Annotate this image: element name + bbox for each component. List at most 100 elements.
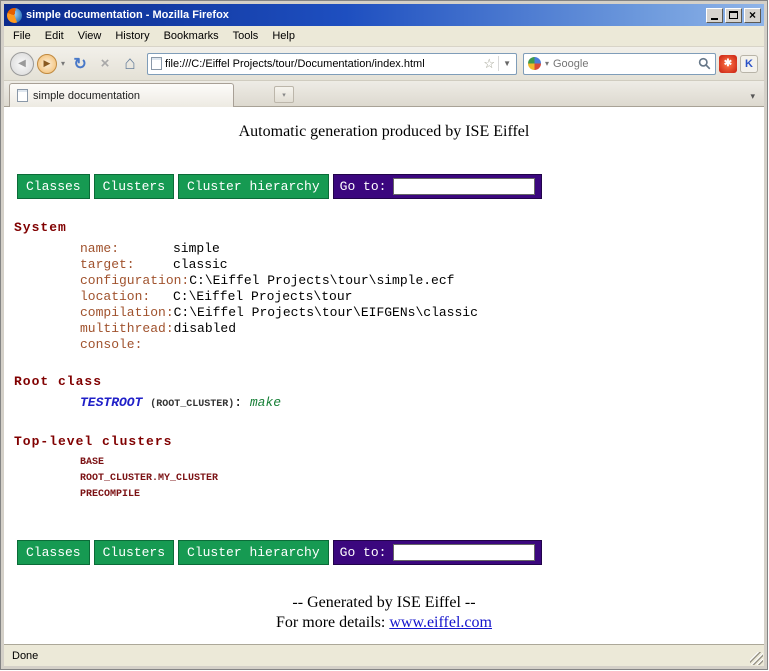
status-text: Done	[12, 650, 38, 662]
doc-navbar-top: Classes Clusters Cluster hierarchy Go to…	[17, 174, 754, 199]
goto-label: Go to:	[340, 545, 387, 560]
goto-box: Go to:	[333, 540, 543, 565]
status-bar: Done	[4, 644, 764, 666]
more-details-text: For more details:	[276, 614, 385, 631]
clusters-button[interactable]: Clusters	[94, 174, 174, 199]
cluster-link-base[interactable]: BASE	[80, 455, 754, 471]
classes-button[interactable]: Classes	[17, 174, 90, 199]
eiffel-website-link[interactable]: www.eiffel.com	[389, 614, 492, 631]
firefox-window: simple documentation - Mozilla Firefox ×…	[1, 1, 767, 669]
menu-edit[interactable]: Edit	[38, 28, 71, 44]
cluster-link-root-cluster-my-cluster[interactable]: ROOT_CLUSTER.MY_CLUSTER	[80, 471, 754, 487]
home-button[interactable]: ⌂	[119, 52, 141, 76]
url-input[interactable]	[165, 58, 480, 70]
url-bar[interactable]: ☆ ▼	[147, 53, 517, 75]
root-class-heading: Root class	[14, 374, 754, 389]
page-icon	[151, 57, 162, 70]
system-row: location:C:\Eiffel Projects\tour	[80, 289, 754, 305]
close-button[interactable]: ×	[744, 8, 761, 23]
root-class-link[interactable]: TESTROOT	[80, 395, 142, 410]
url-history-dropdown-icon[interactable]: ▼	[498, 56, 513, 71]
tab-simple-documentation[interactable]: simple documentation	[9, 83, 234, 107]
firefox-icon	[7, 8, 22, 23]
goto-label: Go to:	[340, 179, 387, 194]
menu-history[interactable]: History	[108, 28, 156, 44]
system-row: configuration:C:\Eiffel Projects\tour\si…	[80, 273, 754, 289]
menu-tools[interactable]: Tools	[226, 28, 266, 44]
system-row-label: compilation:	[80, 305, 174, 321]
system-row-label: target:	[80, 257, 173, 273]
system-row-value: classic	[173, 257, 228, 272]
root-cluster-ref: (ROOT_CLUSTER)	[150, 399, 234, 410]
system-row-value: C:\Eiffel Projects\tour\simple.ecf	[189, 273, 454, 288]
goto-box: Go to:	[333, 174, 543, 199]
new-tab-button[interactable]: ▾	[274, 86, 294, 103]
tab-label: simple documentation	[33, 90, 140, 102]
bookmark-star-icon[interactable]: ☆	[483, 56, 495, 72]
stop-button[interactable]: ×	[94, 52, 116, 76]
doc-footer: -- Generated by ISE Eiffel -- For more d…	[14, 593, 754, 633]
reload-button[interactable]: ↻	[69, 52, 91, 76]
menu-view[interactable]: View	[71, 28, 109, 44]
tab-strip: simple documentation ▾ ▾	[4, 81, 764, 107]
google-logo-icon[interactable]	[528, 57, 541, 70]
system-heading: System	[14, 220, 754, 235]
root-colon: :	[234, 395, 242, 410]
minimize-icon	[711, 18, 718, 20]
forward-button[interactable]: ▶	[37, 54, 57, 74]
magnifier-icon[interactable]	[698, 57, 711, 70]
menu-bookmarks[interactable]: Bookmarks	[157, 28, 226, 44]
stop-icon: ×	[101, 55, 110, 72]
maximize-icon	[729, 11, 738, 19]
system-row: compilation:C:\Eiffel Projects\tour\EIFG…	[80, 305, 754, 321]
system-row-label: name:	[80, 241, 173, 257]
resize-grip[interactable]	[750, 652, 763, 665]
extension-red-icon[interactable]: ✱	[719, 55, 737, 73]
system-section: System name:simple target:classic config…	[14, 220, 754, 353]
goto-input[interactable]	[393, 178, 535, 195]
cluster-hierarchy-button[interactable]: Cluster hierarchy	[178, 540, 329, 565]
doc-navbar-bottom: Classes Clusters Cluster hierarchy Go to…	[17, 540, 754, 565]
home-icon: ⌂	[124, 53, 135, 75]
system-row-label: location:	[80, 289, 173, 305]
search-engine-dropdown-icon[interactable]: ▾	[544, 59, 550, 68]
system-row-value: C:\Eiffel Projects\tour	[173, 289, 352, 304]
generated-by-text: -- Generated by ISE Eiffel --	[14, 593, 754, 613]
tab-list-dropdown-icon[interactable]: ▾	[746, 91, 759, 102]
clusters-button[interactable]: Clusters	[94, 540, 174, 565]
system-row: console:	[80, 337, 754, 353]
creation-procedure-link[interactable]: make	[250, 395, 281, 410]
system-row: name:simple	[80, 241, 754, 257]
reload-icon: ↻	[73, 54, 86, 74]
close-icon: ×	[749, 10, 756, 21]
back-button[interactable]: ◀	[10, 52, 34, 76]
extension-k-icon[interactable]: K	[740, 55, 758, 73]
navigation-toolbar: ◀ ▶ ▾ ↻ × ⌂ ☆ ▼ ▾ ✱ K	[4, 47, 764, 81]
maximize-button[interactable]	[725, 8, 742, 23]
system-row: multithread:disabled	[80, 321, 754, 337]
system-row: target:classic	[80, 257, 754, 273]
goto-input[interactable]	[393, 544, 535, 561]
system-row-value: C:\Eiffel Projects\tour\EIFGENs\classic	[174, 305, 478, 320]
search-input[interactable]	[553, 58, 695, 70]
top-clusters-heading: Top-level clusters	[14, 434, 754, 449]
search-bar[interactable]: ▾	[523, 53, 716, 75]
menu-file[interactable]: File	[6, 28, 38, 44]
more-details-line: For more details: www.eiffel.com	[14, 613, 754, 633]
top-clusters-section: Top-level clusters BASE ROOT_CLUSTER.MY_…	[14, 434, 754, 503]
system-row-label: configuration:	[80, 273, 189, 289]
classes-button[interactable]: Classes	[17, 540, 90, 565]
titlebar: simple documentation - Mozilla Firefox ×	[4, 4, 764, 26]
menubar: File Edit View History Bookmarks Tools H…	[4, 26, 764, 47]
cluster-link-precompile[interactable]: PRECOMPILE	[80, 487, 754, 503]
tab-page-icon	[17, 89, 28, 102]
doc-header: Automatic generation produced by ISE Eif…	[14, 123, 754, 141]
page-content: Automatic generation produced by ISE Eif…	[4, 107, 764, 644]
menu-help[interactable]: Help	[265, 28, 302, 44]
cluster-hierarchy-button[interactable]: Cluster hierarchy	[178, 174, 329, 199]
back-forward-dropdown-icon[interactable]: ▾	[60, 59, 66, 68]
root-class-section: Root class TESTROOT (ROOT_CLUSTER): make	[14, 374, 754, 413]
window-title: simple documentation - Mozilla Firefox	[26, 9, 706, 21]
minimize-button[interactable]	[706, 8, 723, 23]
system-row-label: console:	[80, 337, 173, 353]
